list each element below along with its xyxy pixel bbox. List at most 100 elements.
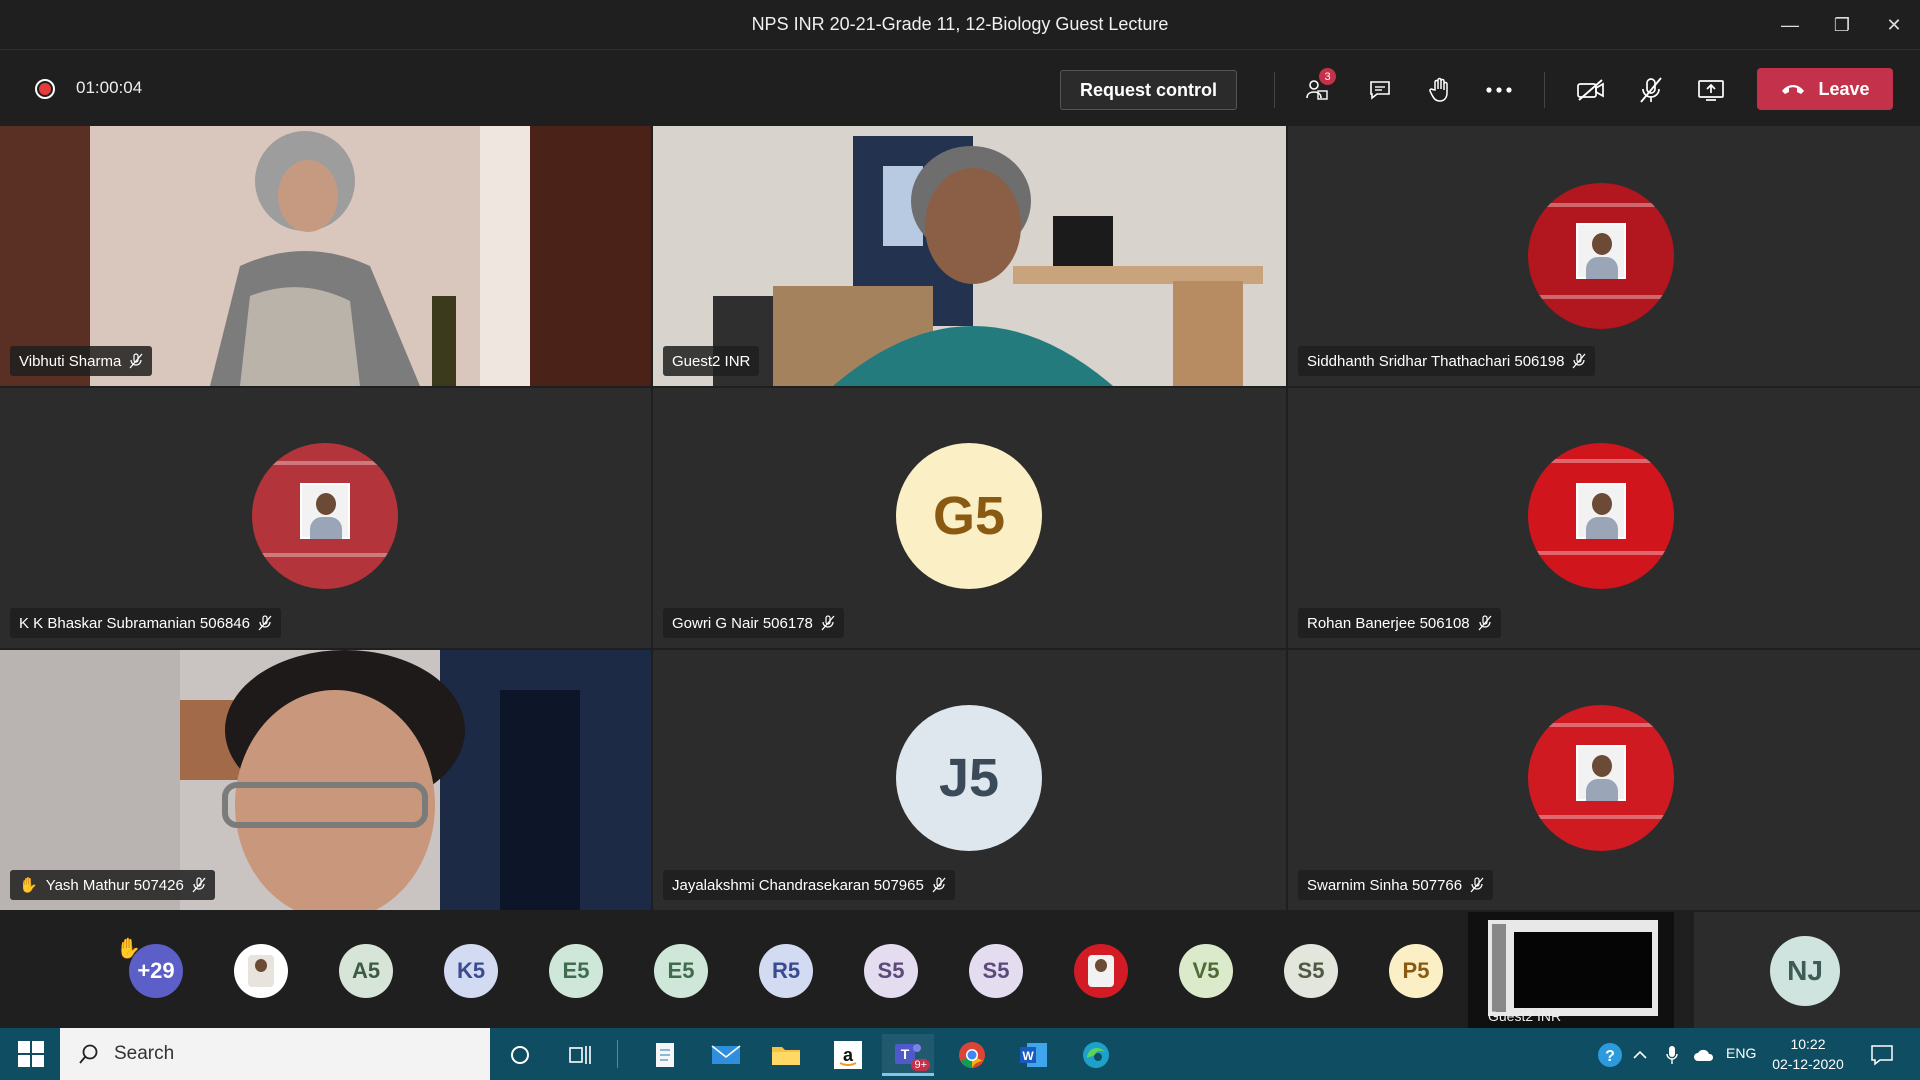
strip-participant-avatar[interactable]: E5 (654, 944, 708, 998)
participant-photo (1088, 955, 1114, 987)
taskbar-search-box[interactable]: Search (60, 1028, 490, 1080)
leave-label: Leave (1818, 78, 1870, 99)
participants-count-badge: 3 (1319, 68, 1336, 85)
participant-initials-avatar: G5 (896, 443, 1042, 589)
request-control-button[interactable]: Request control (1060, 70, 1237, 110)
strip-participant-avatar[interactable]: E5 (549, 944, 603, 998)
participant-tile[interactable]: G5 Gowri G Nair 506178 (653, 388, 1286, 648)
teams-notification-badge: 9+ (911, 1059, 930, 1071)
clock-time: 10:22 (1790, 1036, 1826, 1052)
participant-tile[interactable]: Guest2 INR (653, 126, 1286, 386)
participant-avatar (252, 443, 398, 589)
svg-text:W: W (1022, 1049, 1034, 1063)
folder-icon (772, 1047, 800, 1065)
more-options-button[interactable] (1479, 72, 1519, 108)
teams-meeting-window: NPS INR 20-21-Grade 11, 12-Biology Guest… (0, 0, 1920, 1080)
participant-avatar (1528, 443, 1674, 589)
strip-participant-avatar[interactable]: S5 (969, 944, 1023, 998)
strip-participant-avatar[interactable]: P5 (1389, 944, 1443, 998)
raise-hand-icon (1429, 77, 1448, 102)
strip-participant-avatar[interactable]: A5 (339, 944, 393, 998)
more-options-icon (1486, 87, 1512, 93)
taskbar-clock[interactable]: 10:22 02-12-2020 (1768, 1034, 1848, 1074)
show-hidden-icons-button[interactable] (1622, 1034, 1658, 1076)
self-video-tile[interactable]: NJ (1694, 912, 1920, 1028)
leave-meeting-button[interactable]: Leave (1757, 68, 1893, 110)
input-language-indicator[interactable]: ENG (1726, 1045, 1756, 1061)
search-icon (79, 1044, 98, 1064)
edge-app[interactable] (1070, 1034, 1122, 1076)
chat-button[interactable] (1360, 72, 1400, 108)
word-icon: W (1020, 1043, 1047, 1067)
participant-strip: +29 ✋ A5 K5 E5 E5 R5 S5 S5 V5 S5 P5 Guest2 INR NJ (0, 912, 1920, 1028)
window-controls: — ❐ ✕ (1764, 0, 1920, 50)
shared-screen-frame (1488, 920, 1658, 1016)
microphone-off-icon (1640, 77, 1662, 103)
camera-off-icon (1577, 79, 1604, 101)
participant-tile[interactable]: Siddhanth Sridhar Thathachari 506198 (1288, 126, 1920, 386)
mic-muted-icon (1470, 877, 1484, 893)
participant-initials-avatar: J5 (896, 705, 1042, 851)
onedrive-button[interactable] (1686, 1034, 1722, 1076)
strip-participant-avatar[interactable]: S5 (1284, 944, 1338, 998)
svg-text:T: T (901, 1046, 910, 1062)
raised-hand-icon: ✋ (19, 877, 38, 894)
participant-tile[interactable]: Vibhuti Sharma (0, 126, 651, 386)
amazon-app[interactable]: a (822, 1034, 874, 1076)
window-title: NPS INR 20-21-Grade 11, 12-Biology Guest… (751, 14, 1169, 34)
svg-text:a: a (843, 1045, 854, 1065)
share-screen-button[interactable] (1691, 72, 1731, 108)
participant-avatar (1528, 183, 1674, 329)
minimize-button[interactable]: — (1764, 0, 1816, 50)
task-view-button[interactable] (554, 1034, 606, 1076)
close-button[interactable]: ✕ (1868, 0, 1920, 50)
microphone-tray-button[interactable] (1654, 1034, 1690, 1076)
action-center-icon (1871, 1045, 1893, 1066)
camera-toggle-button[interactable] (1571, 72, 1611, 108)
strip-participant-avatar[interactable]: S5 (864, 944, 918, 998)
toolbar-divider (1274, 72, 1275, 108)
title-bar: NPS INR 20-21-Grade 11, 12-Biology Guest… (0, 0, 1920, 50)
shared-screen-sidebar (1492, 924, 1506, 1012)
strip-participant-avatar[interactable]: K5 (444, 944, 498, 998)
participant-photo-face (255, 959, 267, 972)
participant-tile[interactable]: ✋ Yash Mathur 507426 (0, 650, 651, 910)
meeting-timer: 01:00:04 (76, 78, 143, 97)
shared-screen-thumbnail[interactable]: Guest2 INR (1468, 912, 1674, 1028)
raise-hand-button[interactable] (1420, 72, 1460, 108)
notepad-icon (656, 1043, 674, 1067)
strip-participant-avatar[interactable] (234, 944, 288, 998)
strip-participant-avatar[interactable]: V5 (1179, 944, 1233, 998)
edge-icon (1083, 1042, 1109, 1068)
participant-photo (248, 955, 274, 987)
participant-tile[interactable]: J5 Jayalakshmi Chandrasekaran 507965 (653, 650, 1286, 910)
strip-participant-avatar[interactable] (1074, 944, 1128, 998)
chat-icon (1370, 81, 1390, 100)
chrome-icon (959, 1042, 985, 1068)
participants-button[interactable]: 3 (1298, 68, 1338, 108)
mail-app[interactable] (700, 1034, 752, 1076)
svg-text:?: ? (1605, 1048, 1615, 1065)
start-button[interactable] (12, 1040, 50, 1068)
notepad-app[interactable] (640, 1034, 692, 1076)
participant-name-label: Jayalakshmi Chandrasekaran 507965 (663, 870, 955, 900)
participant-tile[interactable]: K K Bhaskar Subramanian 506846 (0, 388, 651, 648)
mic-muted-icon (1572, 353, 1586, 369)
microphone-toggle-button[interactable] (1631, 72, 1671, 108)
participant-name-label: Guest2 INR (663, 346, 760, 376)
participant-name-label: Swarnim Sinha 507766 (1298, 870, 1494, 900)
hang-up-icon (1782, 85, 1805, 94)
notifications-button[interactable] (1856, 1034, 1908, 1076)
participant-name-label: Vibhuti Sharma (10, 346, 153, 376)
file-explorer-app[interactable] (760, 1034, 812, 1076)
mic-muted-icon (932, 877, 946, 893)
participant-tile[interactable]: Swarnim Sinha 507766 (1288, 650, 1920, 910)
word-app[interactable]: W (1008, 1034, 1060, 1076)
teams-app[interactable]: T 9+ (882, 1034, 934, 1076)
maximize-button[interactable]: ❐ (1816, 0, 1868, 50)
participant-tile[interactable]: Rohan Banerjee 506108 (1288, 388, 1920, 648)
chrome-app[interactable] (946, 1034, 998, 1076)
shared-screen-slide (1514, 932, 1652, 1008)
strip-participant-avatar[interactable]: R5 (759, 944, 813, 998)
cortana-button[interactable] (494, 1034, 546, 1076)
